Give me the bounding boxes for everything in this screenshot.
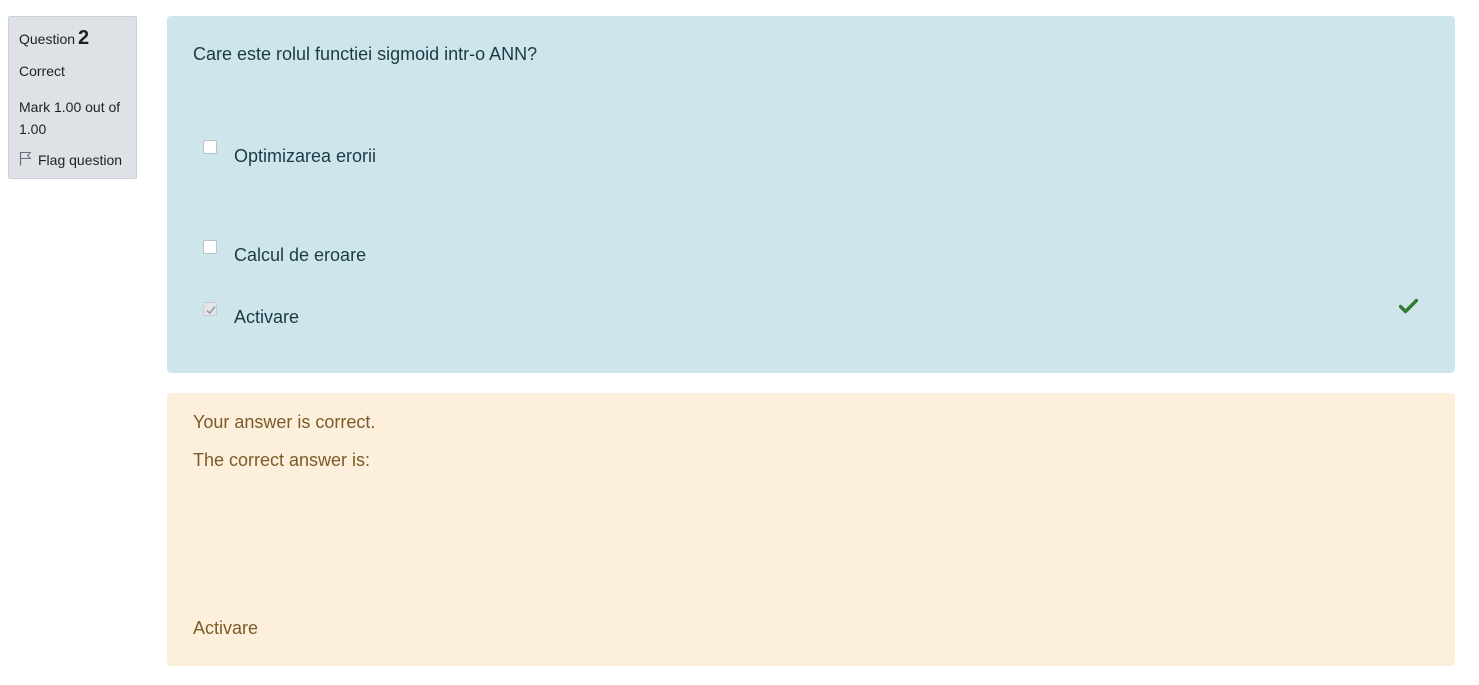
- question-info-panel: Question 2 Correct Mark 1.00 out of 1.00 …: [8, 16, 137, 179]
- option-label-3: Activare: [234, 307, 300, 327]
- question-number-heading: Question 2: [19, 27, 89, 50]
- question-state: Correct: [19, 63, 65, 79]
- option-checkbox-3[interactable]: [203, 302, 217, 316]
- general-feedback: Your answer is correct.: [193, 412, 376, 432]
- question-label: Question: [19, 31, 76, 47]
- flag-question-label: Flag question: [38, 152, 123, 168]
- flag-icon: [19, 151, 38, 169]
- flag-question-button[interactable]: Flag question: [19, 151, 122, 169]
- option-label-1: Optimizarea erorii: [234, 146, 377, 166]
- right-answer-intro: The correct answer is:: [193, 450, 371, 470]
- question-formulation: Care este rolul functiei sigmoid intr-o …: [167, 16, 1455, 373]
- checkbox-checkmark-icon: [206, 306, 216, 315]
- question-grade: Mark 1.00 out of 1.00: [19, 99, 121, 137]
- correct-check-icon: [1398, 298, 1419, 319]
- option-checkbox-2[interactable]: [203, 240, 217, 254]
- option-label-2: Calcul de eroare: [234, 245, 367, 265]
- option-checkbox-1[interactable]: [203, 140, 217, 154]
- question-text: Care este rolul functiei sigmoid intr-o …: [193, 44, 538, 64]
- right-answer: Activare: [193, 618, 259, 638]
- question-feedback: Your answer is correct. The correct answ…: [167, 393, 1455, 666]
- question-number: 2: [78, 27, 90, 49]
